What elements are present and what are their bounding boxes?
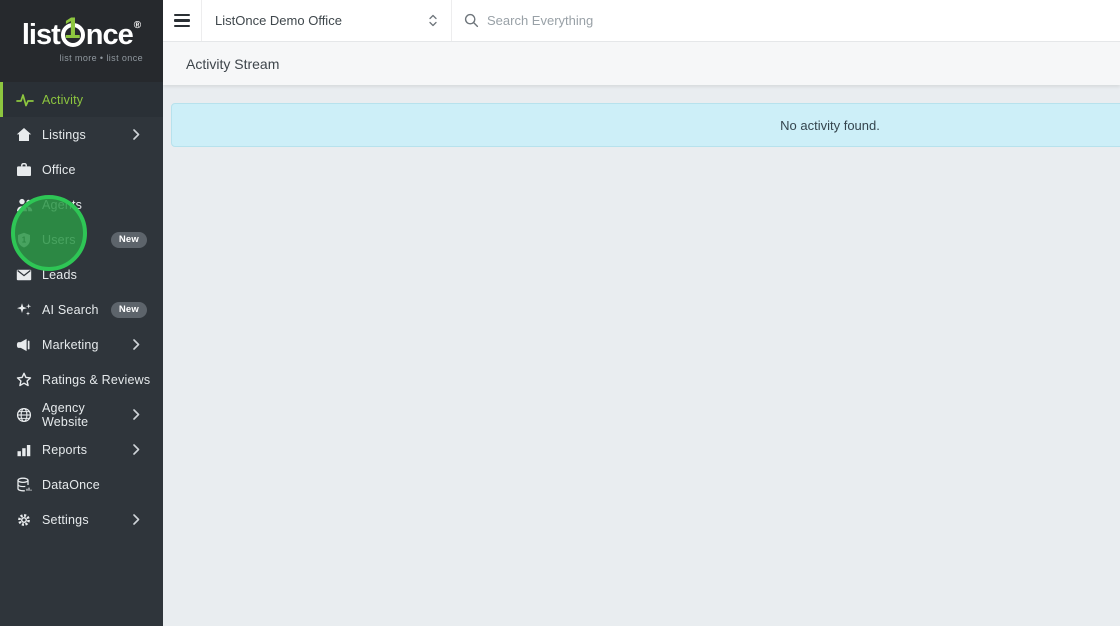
sidebar: list 1 nce® list more • list once Activity… — [0, 0, 163, 626]
page-header: Activity Stream — [163, 42, 1120, 85]
envelope-icon — [16, 266, 35, 283]
sidebar-item-label: Settings — [42, 512, 89, 527]
logo-text-prefix: list — [21, 19, 61, 51]
logo-ring-icon: 1 — [60, 14, 85, 47]
sidebar-item-settings[interactable]: Settings — [0, 502, 163, 537]
logo-text-suffix: nce — [85, 19, 134, 51]
house-icon — [16, 126, 35, 143]
app-window: list 1 nce® list more • list once Activity… — [0, 0, 1120, 626]
sidebar-item-label: Agents — [42, 197, 83, 212]
sidebar-item-label: Reports — [42, 442, 88, 457]
sidebar-item-listings[interactable]: Listings — [0, 117, 163, 152]
sidebar-item-reports[interactable]: Reports — [0, 432, 163, 467]
sidebar-item-label: Listings — [42, 127, 86, 142]
search-input[interactable] — [487, 13, 807, 28]
people-icon — [16, 196, 35, 213]
sidebar-item-agents[interactable]: Agents — [0, 187, 163, 222]
sidebar-item-label: AI Search — [42, 302, 99, 317]
page-title: Activity Stream — [186, 55, 280, 72]
sidebar-item-label: DataOnce — [42, 477, 100, 492]
sidebar-item-label: Office — [42, 162, 76, 177]
gear-icon — [16, 511, 35, 528]
sidebar-item-office[interactable]: Office — [0, 152, 163, 187]
chevron-right-icon — [133, 129, 140, 140]
main-content: No activity found. — [163, 85, 1120, 626]
sidebar-item-label: Ratings & Reviews — [42, 372, 151, 387]
sidebar-item-marketing[interactable]: Marketing — [0, 327, 163, 362]
sidebar-item-label: Users — [42, 232, 76, 247]
hamburger-menu-button[interactable] — [163, 0, 201, 41]
chevron-right-icon — [133, 514, 140, 525]
sidebar-item-users[interactable]: 1 Users New — [0, 222, 163, 257]
sidebar-menu: Activity Listings Office Agents 1 Users … — [0, 82, 163, 537]
star-icon — [16, 371, 35, 388]
global-search — [452, 0, 1120, 41]
chevron-right-icon — [133, 339, 140, 350]
sidebar-item-ai-search[interactable]: AI Search New — [0, 292, 163, 327]
briefcase-icon — [16, 161, 35, 178]
sidebar-item-label: Marketing — [42, 337, 99, 352]
sidebar-item-label: Leads — [42, 267, 78, 282]
sidebar-item-label: Agency Website — [42, 400, 89, 429]
database-icon — [16, 476, 35, 493]
logo-one: 1 — [63, 12, 81, 45]
sidebar-item-agency-website[interactable]: Agency Website — [0, 397, 163, 432]
sparkles-icon — [16, 301, 35, 318]
megaphone-icon — [16, 336, 35, 353]
office-selector-value: ListOnce Demo Office — [215, 13, 342, 28]
bar-chart-icon — [16, 441, 35, 458]
activity-pulse-icon — [16, 91, 35, 108]
listonce-logo: list 1 nce® — [0, 9, 163, 52]
sidebar-item-ratings-reviews[interactable]: Ratings & Reviews — [0, 362, 163, 397]
new-badge: New — [110, 231, 147, 248]
registered-mark: ® — [133, 20, 142, 31]
office-selector-dropdown[interactable]: ListOnce Demo Office — [202, 0, 451, 41]
logo-area: list 1 nce® list more • list once — [0, 0, 163, 82]
sidebar-item-activity[interactable]: Activity — [0, 82, 163, 117]
chevron-right-icon — [133, 409, 140, 420]
alert-message: No activity found. — [780, 117, 880, 133]
chevron-right-icon — [133, 444, 140, 455]
search-icon — [464, 13, 479, 28]
sidebar-item-label: Activity — [42, 92, 84, 107]
shield-icon: 1 — [16, 231, 35, 248]
svg-text:1: 1 — [22, 235, 27, 244]
topbar: ListOnce Demo Office — [163, 0, 1120, 42]
sidebar-item-leads[interactable]: Leads — [0, 257, 163, 292]
logo-tagline: list more • list once — [59, 53, 143, 63]
globe-icon — [16, 406, 35, 423]
new-badge: New — [110, 301, 147, 318]
no-activity-alert: No activity found. — [171, 103, 1120, 147]
up-down-chevron-icon — [428, 13, 438, 28]
sidebar-item-dataonce[interactable]: DataOnce — [0, 467, 163, 502]
